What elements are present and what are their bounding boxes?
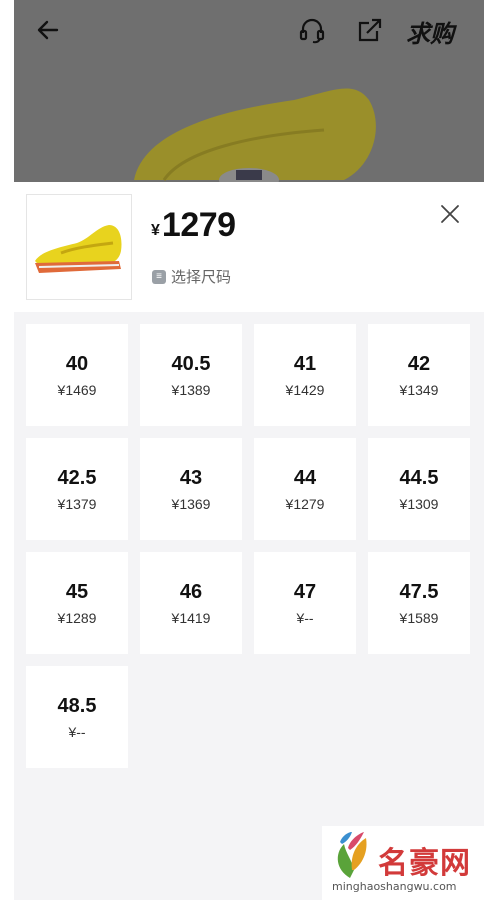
leaf-logo-icon	[337, 832, 367, 878]
share-button[interactable]	[352, 12, 388, 48]
product-banner-dimmed: 求购	[14, 0, 484, 182]
watermark-url: minghaoshangwu.com	[332, 880, 457, 893]
size-price: ¥1469	[57, 381, 97, 398]
current-price: 1279	[161, 206, 236, 244]
size-label: 44	[293, 466, 317, 489]
headset-icon	[299, 18, 325, 44]
back-arrow-icon	[37, 20, 59, 40]
sheet-header: ¥ 1279 ≡ 选择尺码	[14, 182, 484, 312]
size-option[interactable]: 44 ¥1279	[254, 438, 356, 540]
size-label: 44.5	[399, 466, 439, 489]
size-price: ¥--	[68, 723, 86, 740]
select-size-hint: ≡ 选择尺码	[152, 266, 231, 287]
close-icon	[441, 205, 459, 223]
back-button[interactable]	[30, 12, 66, 48]
size-chart-icon: ≡	[152, 269, 166, 284]
size-label: 48.5	[57, 694, 97, 717]
size-label: 47	[293, 580, 317, 603]
size-option[interactable]: 42.5 ¥1379	[26, 438, 128, 540]
share-icon	[358, 18, 382, 42]
size-price: ¥1589	[399, 609, 439, 626]
close-button[interactable]	[438, 202, 462, 226]
select-size-label: 选择尺码	[171, 269, 232, 286]
size-label: 41	[293, 352, 317, 375]
size-price: ¥1289	[57, 609, 97, 626]
size-option[interactable]: 43 ¥1369	[140, 438, 242, 540]
watermark-name: 名豪网	[378, 846, 471, 881]
size-label: 45	[65, 580, 89, 603]
size-option[interactable]: 42 ¥1349	[368, 324, 470, 426]
size-price: ¥1389	[171, 381, 211, 398]
size-label: 42	[407, 352, 431, 375]
customer-service-button[interactable]	[294, 12, 330, 48]
size-option[interactable]: 41 ¥1429	[254, 324, 356, 426]
size-label: 42.5	[57, 466, 97, 489]
size-price: ¥1349	[399, 381, 439, 398]
site-watermark: 名豪网 minghaoshangwu.com	[322, 826, 503, 900]
size-price: ¥1309	[399, 495, 439, 512]
size-selection-sheet: ¥ 1279 ≡ 选择尺码 40 ¥1469 40.5 ¥1389 41 ¥1429 …	[14, 182, 484, 900]
size-price: ¥1429	[285, 381, 325, 398]
size-option[interactable]: 47 ¥--	[254, 552, 356, 654]
product-thumbnail	[26, 194, 132, 300]
size-price: ¥1369	[171, 495, 211, 512]
size-option[interactable]: 48.5 ¥--	[26, 666, 128, 768]
size-price: ¥1419	[171, 609, 211, 626]
currency-symbol: ¥	[151, 222, 160, 239]
size-price: ¥1279	[285, 495, 325, 512]
size-option[interactable]: 44.5 ¥1309	[368, 438, 470, 540]
price-display: ¥ 1279	[151, 206, 236, 245]
size-price: ¥1379	[57, 495, 97, 512]
banner-shoe-image	[134, 88, 376, 182]
size-option[interactable]: 47.5 ¥1589	[368, 552, 470, 654]
wanted-button[interactable]: 求购	[406, 14, 454, 49]
size-option[interactable]: 46 ¥1419	[140, 552, 242, 654]
size-option[interactable]: 40 ¥1469	[26, 324, 128, 426]
sneaker-image	[35, 225, 122, 273]
size-label: 47.5	[399, 580, 439, 603]
size-price: ¥--	[296, 609, 314, 626]
size-option[interactable]: 40.5 ¥1389	[140, 324, 242, 426]
size-label: 43	[179, 466, 203, 489]
top-bar: 求购	[14, 0, 484, 60]
size-option[interactable]: 45 ¥1289	[26, 552, 128, 654]
size-label: 46	[179, 580, 203, 603]
size-label: 40.5	[171, 352, 211, 375]
size-label: 40	[65, 352, 89, 375]
app-frame: 求购 ¥ 1279 ≡ 选择尺码 40 ¥1469 40.5 ¥1389 41 …	[14, 0, 484, 900]
